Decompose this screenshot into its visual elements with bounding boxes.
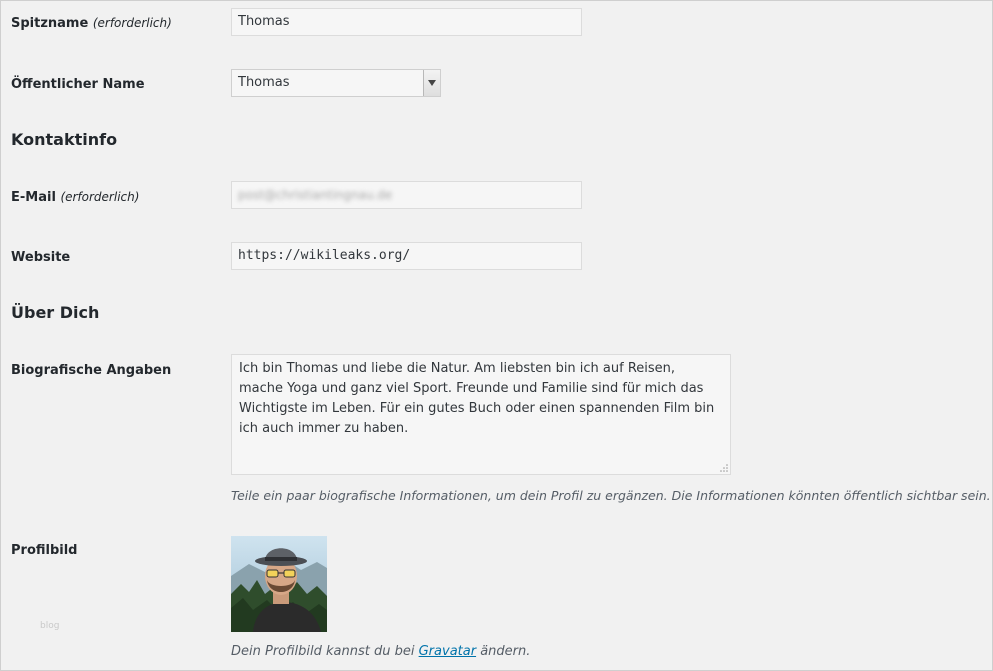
bio-description: Teile ein paar biografische Informatione… xyxy=(231,488,991,503)
email-input[interactable]: post@christiantingnau.de xyxy=(231,181,582,209)
display-name-label: Öffentlicher Name xyxy=(11,77,145,92)
resize-grip-icon[interactable] xyxy=(720,464,728,472)
form-frame xyxy=(0,0,993,671)
website-label: Website xyxy=(11,250,71,265)
about-section-title: Über Dich xyxy=(11,303,100,322)
profile-picture-label: Profilbild xyxy=(11,543,78,558)
email-value: post@christiantingnau.de xyxy=(238,188,393,202)
gravatar-link[interactable]: Gravatar xyxy=(419,644,476,659)
nickname-label: Spitzname (erforderlich) xyxy=(11,16,172,31)
website-input[interactable]: https://wikileaks.org/ xyxy=(231,242,582,270)
profile-picture-hint: Dein Profilbild kannst du bei Gravatar ä… xyxy=(231,644,531,659)
display-name-select[interactable]: Thomas xyxy=(231,69,441,97)
chevron-down-icon[interactable] xyxy=(423,70,440,96)
watermark-text: blog xyxy=(40,621,60,631)
nickname-input[interactable]: Thomas xyxy=(231,8,582,36)
bio-label: Biografische Angaben xyxy=(11,363,172,378)
display-name-selected-value: Thomas xyxy=(238,75,290,90)
email-label: E-Mail (erforderlich) xyxy=(11,190,140,205)
contact-section-title: Kontaktinfo xyxy=(11,130,118,149)
bio-textarea[interactable]: Ich bin Thomas und liebe die Natur. Am l… xyxy=(231,354,731,475)
avatar xyxy=(231,536,327,632)
